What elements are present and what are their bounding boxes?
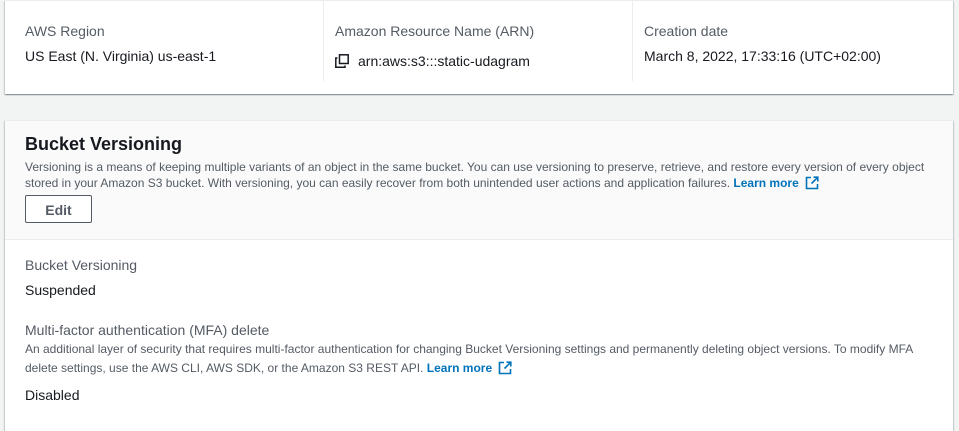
arn-column: Amazon Resource Name (ARN) arn:aws:s3:::… — [323, 1, 643, 81]
mfa-delete-label: Multi-factor authentication (MFA) delete — [25, 322, 270, 338]
mfa-delete-description: An additional layer of security that req… — [25, 340, 930, 378]
copy-icon[interactable] — [335, 54, 349, 68]
bucket-versioning-card: Bucket Versioning Versioning is a means … — [5, 120, 953, 431]
bucket-versioning-title: Bucket Versioning — [25, 134, 183, 154]
arn-value-row: arn:aws:s3:::static-udagram — [335, 53, 530, 69]
learn-more-label: Learn more — [733, 176, 799, 190]
external-link-icon — [498, 361, 512, 375]
region-value: US East (N. Virginia) us-east-1 — [25, 48, 217, 64]
external-link-icon — [805, 176, 819, 190]
bucket-properties-card: AWS Region US East (N. Virginia) us-east… — [5, 0, 953, 94]
learn-more-label: Learn more — [426, 361, 493, 375]
bucket-versioning-description: Versioning is a means of keeping multipl… — [25, 159, 925, 191]
creation-date-column: Creation date March 8, 2022, 17:33:16 (U… — [632, 1, 944, 81]
region-label: AWS Region — [25, 23, 105, 39]
region-column: AWS Region US East (N. Virginia) us-east… — [25, 1, 321, 81]
mfa-delete-value: Disabled — [25, 387, 80, 403]
edit-button[interactable]: Edit — [25, 195, 92, 223]
bucket-versioning-learn-more-link[interactable]: Learn more — [733, 176, 819, 190]
creation-date-label: Creation date — [644, 23, 729, 39]
versioning-status-label: Bucket Versioning — [25, 257, 138, 273]
versioning-status-value: Suspended — [25, 282, 96, 298]
creation-date-value: March 8, 2022, 17:33:16 (UTC+02:00) — [644, 48, 881, 64]
arn-label: Amazon Resource Name (ARN) — [335, 23, 535, 39]
arn-value: arn:aws:s3:::static-udagram — [358, 53, 530, 69]
mfa-delete-learn-more-link[interactable]: Learn more — [427, 361, 512, 375]
bucket-versioning-header: Bucket Versioning Versioning is a means … — [5, 121, 953, 240]
